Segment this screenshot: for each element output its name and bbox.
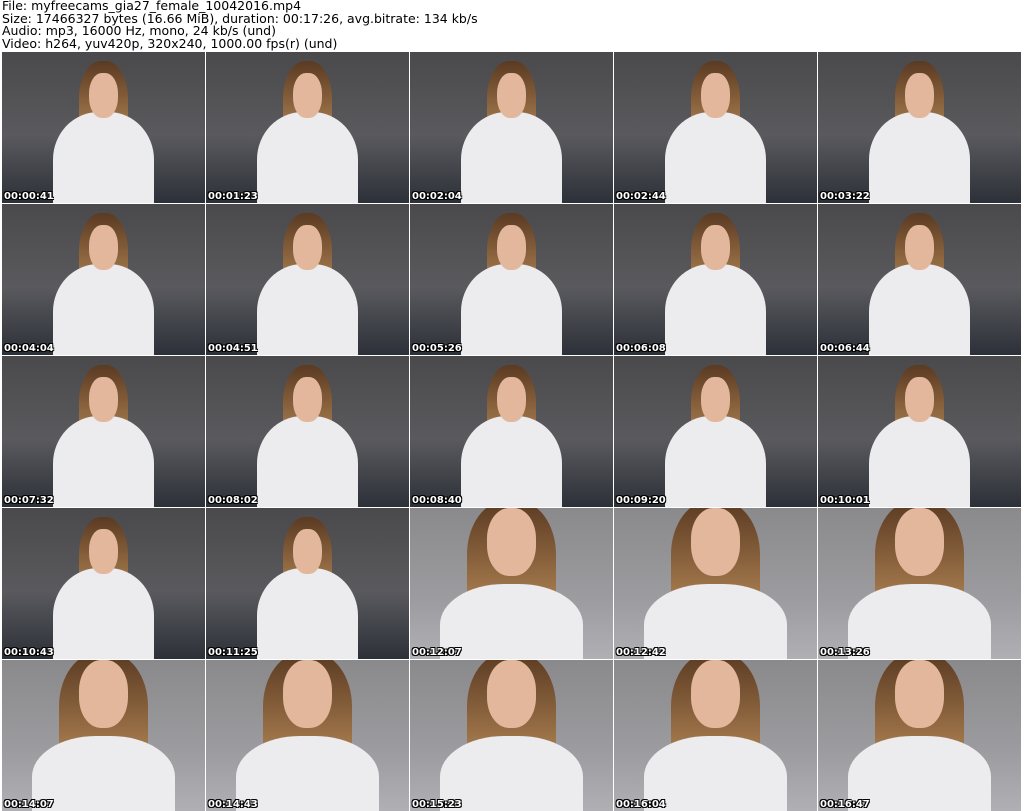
frame-image — [460, 264, 563, 355]
timestamp: 00:07:32 — [4, 495, 54, 506]
frame-image — [905, 73, 934, 119]
frame-image — [79, 660, 128, 728]
frame-image — [89, 529, 118, 575]
frame-image — [905, 225, 934, 271]
video-thumbnail: 00:04:04 — [2, 204, 205, 355]
video-thumbnail: 00:12:42 — [614, 508, 817, 659]
frame-image — [701, 225, 730, 271]
frame-image — [52, 112, 155, 203]
timestamp: 00:16:04 — [616, 799, 666, 810]
frame-image — [293, 73, 322, 119]
frame-image — [283, 660, 332, 728]
frame-image — [460, 416, 563, 507]
video-thumbnail: 00:07:32 — [2, 356, 205, 507]
file-info-header: File: myfreecams_gia27_female_10042016.m… — [2, 0, 478, 50]
frame-image — [868, 112, 971, 203]
frame-image — [89, 73, 118, 119]
video-thumbnail: 00:10:43 — [2, 508, 205, 659]
frame-image — [487, 508, 536, 576]
timestamp: 00:06:44 — [820, 343, 870, 354]
video-thumbnail: 00:08:40 — [410, 356, 613, 507]
video-thumbnail: 00:02:44 — [614, 52, 817, 203]
video-thumbnail: 00:08:02 — [206, 356, 409, 507]
frame-image — [691, 508, 740, 576]
video-thumbnail: 00:14:07 — [2, 660, 205, 811]
timestamp: 00:16:47 — [820, 799, 870, 810]
timestamp: 00:06:08 — [616, 343, 666, 354]
frame-image — [895, 508, 944, 576]
thumbnail-grid: 00:00:41 00:01:23 00:02:04 00:02:44 00:03:22… — [2, 52, 1021, 811]
timestamp: 00:02:44 — [616, 191, 666, 202]
timestamp: 00:01:23 — [208, 191, 258, 202]
frame-image — [497, 225, 526, 271]
frame-image — [460, 112, 563, 203]
video-thumbnail: 00:00:41 — [2, 52, 205, 203]
video-thumbnail: 00:01:23 — [206, 52, 409, 203]
frame-image — [256, 264, 359, 355]
timestamp: 00:10:43 — [4, 647, 54, 658]
frame-image — [497, 377, 526, 423]
frame-image — [89, 225, 118, 271]
video-thumbnail: 00:11:25 — [206, 508, 409, 659]
timestamp: 00:14:43 — [208, 799, 258, 810]
frame-image — [691, 660, 740, 728]
video-thumbnail: 00:06:44 — [818, 204, 1021, 355]
video-thumbnail: 00:02:04 — [410, 52, 613, 203]
frame-image — [293, 377, 322, 423]
frame-image — [89, 377, 118, 423]
frame-image — [664, 416, 767, 507]
timestamp: 00:12:07 — [412, 647, 462, 658]
timestamp: 00:11:25 — [208, 647, 258, 658]
video-thumbnail: 00:12:07 — [410, 508, 613, 659]
video-thumbnail: 00:04:51 — [206, 204, 409, 355]
frame-image — [905, 377, 934, 423]
timestamp: 00:08:02 — [208, 495, 258, 506]
frame-image — [497, 73, 526, 119]
frame-image — [868, 264, 971, 355]
timestamp: 00:15:23 — [412, 799, 462, 810]
frame-image — [664, 112, 767, 203]
timestamp: 00:14:07 — [4, 799, 54, 810]
frame-image — [256, 416, 359, 507]
frame-image — [487, 660, 536, 728]
frame-image — [52, 568, 155, 659]
frame-image — [52, 264, 155, 355]
video-thumbnail: 00:05:26 — [410, 204, 613, 355]
timestamp: 00:12:42 — [616, 647, 666, 658]
timestamp: 00:04:04 — [4, 343, 54, 354]
frame-image — [664, 264, 767, 355]
timestamp: 00:03:22 — [820, 191, 870, 202]
video-thumbnail: 00:16:47 — [818, 660, 1021, 811]
video-thumbnail: 00:14:43 — [206, 660, 409, 811]
video-thumbnail: 00:15:23 — [410, 660, 613, 811]
frame-image — [52, 416, 155, 507]
frame-image — [293, 225, 322, 271]
timestamp: 00:10:01 — [820, 495, 870, 506]
timestamp: 00:13:26 — [820, 647, 870, 658]
frame-image — [293, 529, 322, 575]
timestamp: 00:00:41 — [4, 191, 54, 202]
timestamp: 00:04:51 — [208, 343, 258, 354]
timestamp: 00:09:20 — [616, 495, 666, 506]
video-thumbnail: 00:06:08 — [614, 204, 817, 355]
frame-image — [701, 73, 730, 119]
timestamp: 00:08:40 — [412, 495, 462, 506]
frame-image — [256, 568, 359, 659]
frame-image — [256, 112, 359, 203]
video-info: Video: h264, yuv420p, 320x240, 1000.00 f… — [2, 35, 338, 51]
video-thumbnail: 00:10:01 — [818, 356, 1021, 507]
timestamp: 00:02:04 — [412, 191, 462, 202]
timestamp: 00:05:26 — [412, 343, 462, 354]
video-thumbnail: 00:13:26 — [818, 508, 1021, 659]
video-thumbnail: 00:16:04 — [614, 660, 817, 811]
frame-image — [701, 377, 730, 423]
video-thumbnail: 00:03:22 — [818, 52, 1021, 203]
frame-image — [868, 416, 971, 507]
video-thumbnail: 00:09:20 — [614, 356, 817, 507]
frame-image — [895, 660, 944, 728]
